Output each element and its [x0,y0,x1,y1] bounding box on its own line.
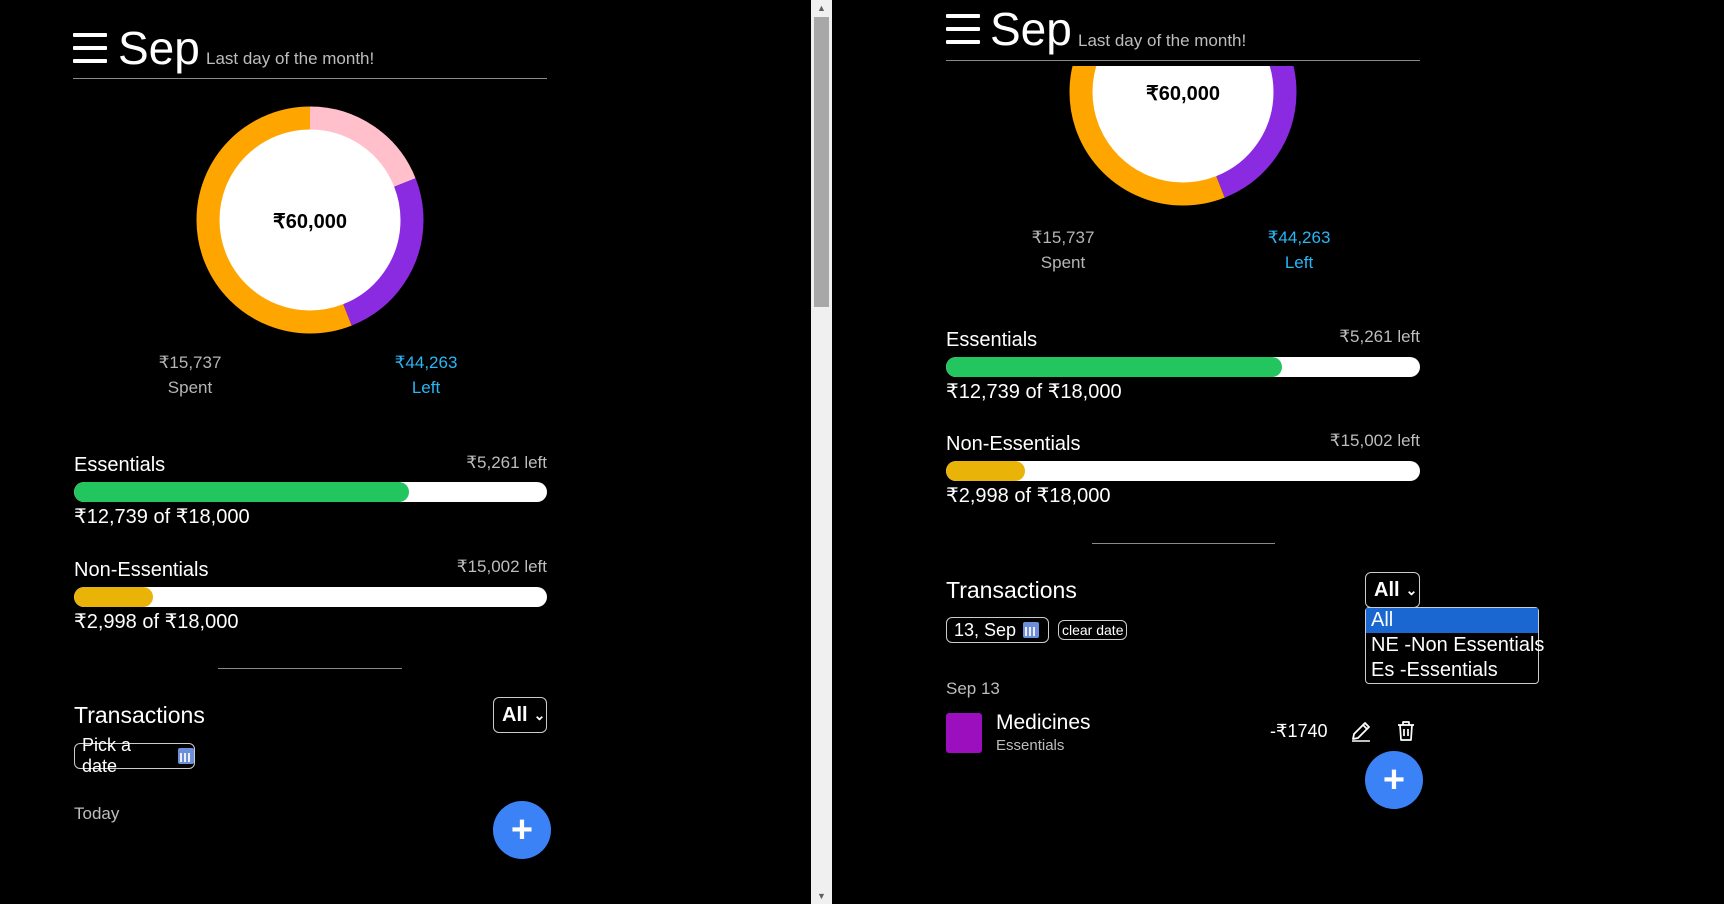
chevron-down-icon: ⌄ [1405,581,1418,598]
progress-bar-non-essentials [74,587,547,607]
transaction-category-swatch [946,713,982,753]
transaction-amount: -₹1740 [1270,721,1328,741]
left-label: Left [1284,253,1314,272]
filter-dropdown-list: All NE -Non Essentials Es -Essentials [1365,607,1544,684]
category-name-non-essentials: Non-Essentials [74,559,209,581]
month-title: Sep [990,3,1072,55]
spent-label: Spent [1040,253,1086,272]
spent-stat: ₹15,737 Spent [140,350,240,400]
month-title: Sep [118,22,200,74]
section-divider [1092,543,1275,544]
left-stat: ₹44,263 Left [376,350,476,400]
progress-fill-essentials [74,482,409,502]
filter-option-essentials[interactable]: Es -Essentials [1366,658,1538,683]
clear-date-button[interactable]: clear date [1058,620,1128,640]
left-value: ₹44,263 [1267,228,1331,247]
month-subtitle: Last day of the month! [206,49,375,68]
add-transaction-button[interactable]: + [1365,751,1423,809]
progress-bar-essentials [946,357,1420,377]
category-name-essentials: Essentials [946,329,1038,351]
category-amount-essentials: ₹12,739 of ₹18,000 [946,381,1122,403]
category-amount-non-essentials: ₹2,998 of ₹18,000 [74,611,239,633]
menu-icon[interactable] [946,12,980,46]
left-label: Left [411,378,441,397]
delete-trash-icon[interactable] [1394,719,1418,743]
day-group-label: Sep 13 [946,679,1000,698]
category-name-essentials: Essentials [74,454,166,476]
donut-total: ₹60,000 [273,211,347,233]
progress-fill-essentials [946,357,1282,377]
left-value: ₹44,263 [394,353,458,372]
selected-date-button[interactable]: 13, Sep [946,617,1049,643]
scrollbar[interactable]: ▲ ▼ [811,0,832,904]
progress-fill-non-essentials [946,461,1026,481]
left-stat: ₹44,263 Left [1249,225,1349,275]
category-amount-non-essentials: ₹2,998 of ₹18,000 [946,485,1111,507]
header-divider [946,60,1420,61]
spent-value: ₹15,737 [1031,228,1095,247]
spent-stat: ₹15,737 Spent [1013,225,1113,275]
filter-selected-value: All [1374,578,1400,601]
filter-option-non-essentials[interactable]: NE -Non Essentials [1366,633,1544,658]
scroll-down-arrow-icon[interactable]: ▼ [811,888,832,904]
spent-label: Spent [167,378,213,397]
transaction-category: Essentials [996,737,1065,754]
calendar-icon [178,748,194,764]
category-filter-select[interactable]: All ⌄ [1365,572,1420,608]
category-name-non-essentials: Non-Essentials [946,433,1081,455]
today-label: Today [74,804,120,823]
calendar-icon [1023,622,1040,638]
scrollbar-thumb[interactable] [814,17,829,307]
category-filter-select[interactable]: All ⌄ [493,697,547,733]
progress-bar-non-essentials [946,461,1420,481]
plus-icon: + [1382,758,1406,801]
category-left-essentials: ₹5,261 left [1339,327,1420,346]
category-left-non-essentials: ₹15,002 left [1329,431,1420,450]
pick-date-label: Pick a date [82,735,132,776]
filter-option-all[interactable]: All [1366,608,1538,633]
progress-bar-essentials [74,482,547,502]
filter-selected-value: All [502,703,528,726]
spent-value: ₹15,737 [158,353,222,372]
header-divider [73,78,547,79]
category-left-essentials: ₹5,261 left [466,453,547,472]
plus-icon: + [510,808,534,851]
pick-date-button[interactable]: Pick a date [74,735,195,776]
transactions-title: Transactions [74,702,205,728]
transaction-name: Medicines [996,711,1091,734]
chevron-down-icon: ⌄ [533,706,546,723]
month-subtitle: Last day of the month! [1078,31,1247,50]
donut-total: ₹60,000 [1146,83,1220,105]
transactions-title: Transactions [946,577,1077,603]
menu-icon[interactable] [73,31,107,65]
category-amount-essentials: ₹12,739 of ₹18,000 [74,506,250,528]
selected-date-label: 13, Sep [954,619,1017,640]
section-divider [218,668,402,669]
budget-donut-chart: ₹60,000 [196,106,424,334]
scroll-up-arrow-icon[interactable]: ▲ [811,0,832,16]
category-left-non-essentials: ₹15,002 left [456,557,547,576]
progress-fill-non-essentials [74,587,153,607]
edit-pencil-icon[interactable] [1349,719,1373,743]
left-pane: Sep Last day of the month! ₹60,000 ₹15,7… [0,0,811,904]
right-pane: ₹60,000 Sep Last day of the month! ₹15,7… [832,0,1724,904]
add-transaction-button[interactable]: + [493,801,551,859]
